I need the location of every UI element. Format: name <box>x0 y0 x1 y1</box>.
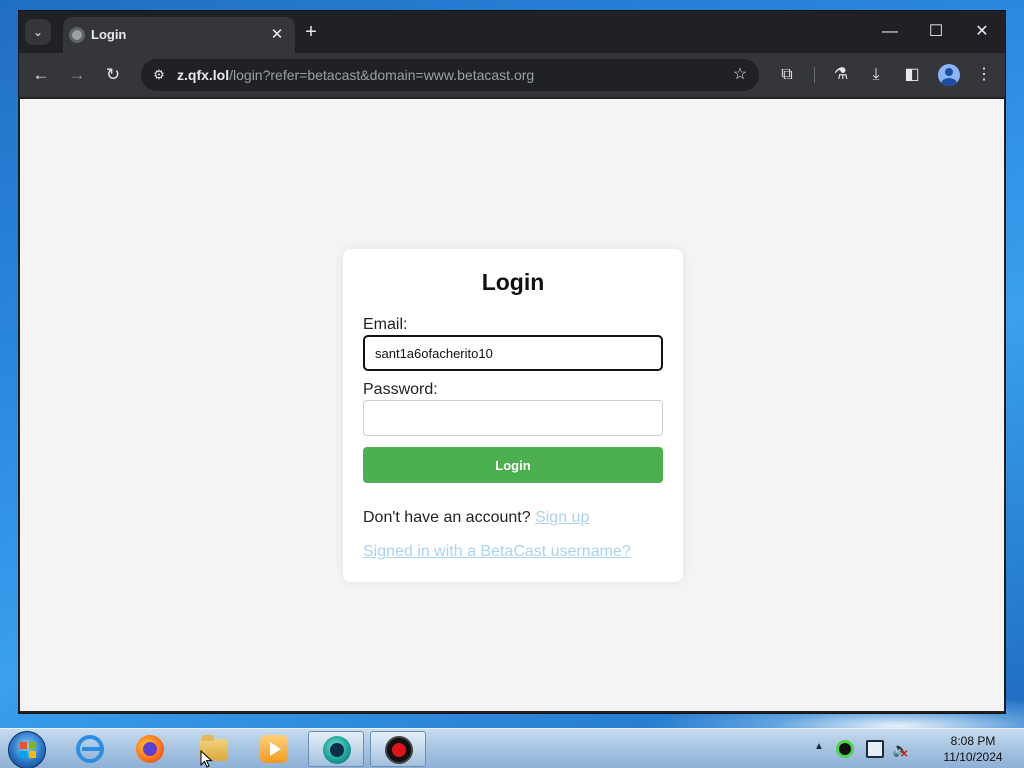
betacast-username-link[interactable]: Signed in with a BetaCast username? <box>363 543 631 561</box>
extensions-icon[interactable]: ⧉ <box>773 61 801 89</box>
start-button[interactable] <box>8 731 46 768</box>
firefox-icon <box>136 735 164 763</box>
mute-x-icon: ✕ <box>900 749 909 760</box>
internet-explorer-icon <box>76 735 104 763</box>
more-icon[interactable]: ⋮ <box>970 61 998 89</box>
signup-line: Don't have an account? Sign up <box>363 509 589 527</box>
tab-search-button[interactable]: ⌄ <box>25 19 51 45</box>
url-path: /login?refer=betacast&domain=www.betacas… <box>229 67 535 83</box>
taskbar-file-explorer[interactable] <box>186 731 242 767</box>
taskbar-recorder[interactable] <box>370 731 426 767</box>
show-hidden-icons-button[interactable]: ▲ <box>814 741 824 752</box>
url-text[interactable]: z.qfx.lol/login?refer=betacast&domain=ww… <box>177 67 534 83</box>
chevron-down-icon: ⌄ <box>32 25 44 39</box>
taskbar: ▲ 🔈 ✕ 8:08 PM 11/10/2024 <box>0 728 1024 768</box>
url-host: z.qfx.lol <box>177 67 230 83</box>
side-panel-icon[interactable]: ◧ <box>898 61 926 89</box>
title-bar: ⌄ Login ✕ + — ☐ ✕ <box>19 11 1005 53</box>
password-label: Password: <box>363 381 438 398</box>
forward-button[interactable]: → <box>63 61 91 89</box>
taskbar-media-player[interactable] <box>246 731 302 767</box>
back-button[interactable]: ← <box>27 61 55 89</box>
address-bar[interactable]: ⚙ z.qfx.lol/login?refer=betacast&domain=… <box>141 59 759 91</box>
browser-window: ⌄ Login ✕ + — ☐ ✕ ← → ↻ ⚙ z.qfx.lol/logi… <box>18 10 1006 714</box>
minimize-button[interactable]: — <box>867 17 913 47</box>
tab-title: Login <box>91 27 127 42</box>
clock-time: 8:08 PM <box>950 734 996 748</box>
labs-icon[interactable]: ⚗ <box>827 61 855 89</box>
page-viewport: Login Email: Password: Login Don't have … <box>20 99 1004 711</box>
network-icon[interactable] <box>866 740 884 758</box>
login-button[interactable]: Login <box>363 447 663 483</box>
tab-login[interactable]: Login ✕ <box>63 17 295 53</box>
taskbar-internet-explorer[interactable] <box>62 731 118 767</box>
site-info-icon[interactable]: ⚙ <box>149 65 169 85</box>
signup-link[interactable]: Sign up <box>535 509 589 526</box>
maximize-button[interactable]: ☐ <box>913 17 959 47</box>
close-tab-icon[interactable]: ✕ <box>267 25 287 45</box>
login-heading: Login <box>481 269 545 295</box>
email-label: Email: <box>363 316 408 333</box>
browser-toolbar: ← → ↻ ⚙ z.qfx.lol/login?refer=betacast&d… <box>19 53 1005 97</box>
cast-app-icon <box>323 736 351 764</box>
system-clock[interactable]: 8:08 PM 11/10/2024 <box>928 733 1018 765</box>
login-card: Login Email: Password: Login Don't have … <box>343 249 683 582</box>
toolbar-divider <box>814 67 815 83</box>
globe-icon <box>69 27 85 43</box>
profile-icon[interactable] <box>938 64 960 86</box>
new-tab-button[interactable]: + <box>299 20 323 44</box>
reload-button[interactable]: ↻ <box>99 61 127 89</box>
status-indicator-icon[interactable] <box>836 740 854 758</box>
media-player-icon <box>260 735 288 763</box>
signup-prompt: Don't have an account? <box>363 509 531 526</box>
bookmark-star-icon[interactable]: ☆ <box>729 64 751 86</box>
close-window-button[interactable]: ✕ <box>959 17 1005 47</box>
taskbar-cast-app[interactable] <box>308 731 364 767</box>
email-field[interactable] <box>363 335 663 371</box>
clock-date: 11/10/2024 <box>943 750 1003 764</box>
record-icon <box>385 736 413 764</box>
password-field[interactable] <box>363 400 663 436</box>
mouse-cursor-icon <box>200 750 213 768</box>
taskbar-firefox[interactable] <box>122 731 178 767</box>
download-icon[interactable]: ⤓ <box>862 61 890 89</box>
